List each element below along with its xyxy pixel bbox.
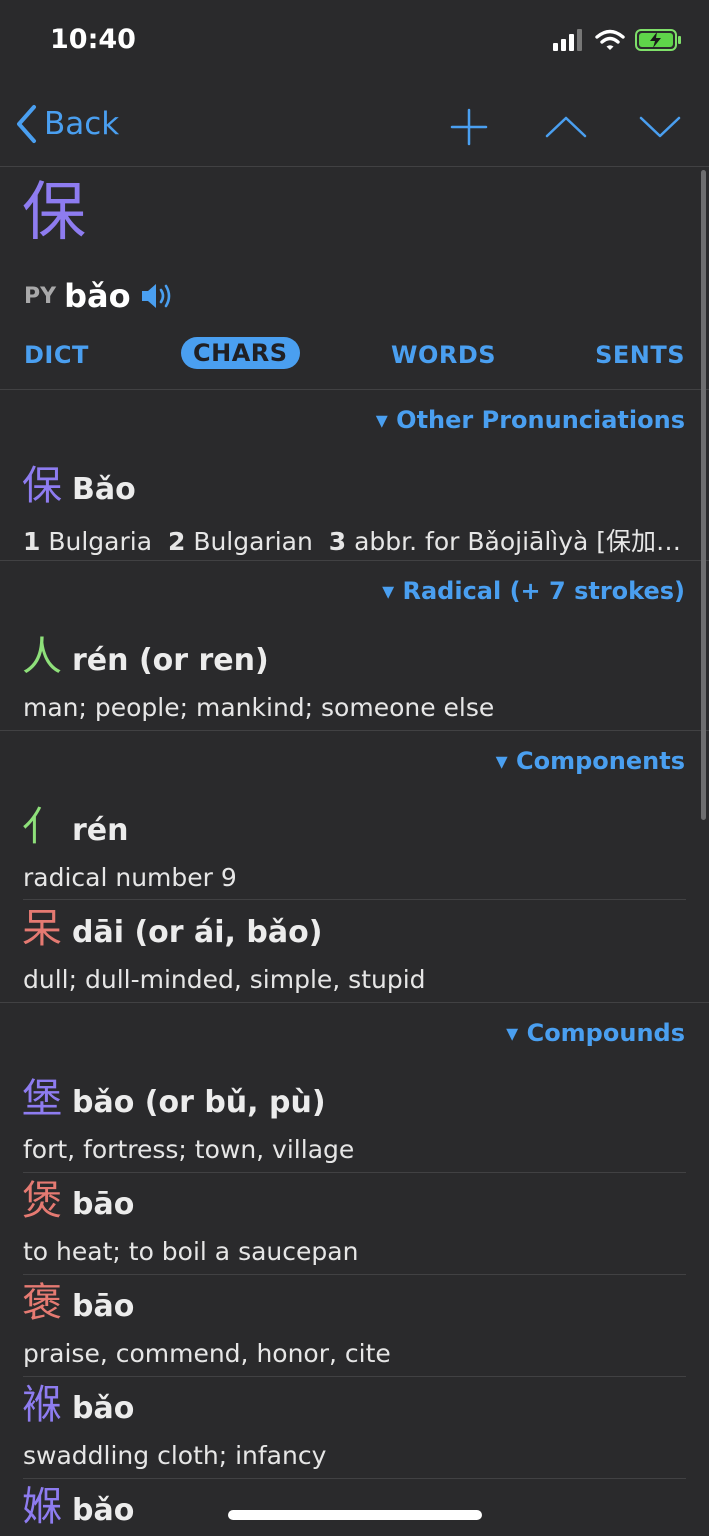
entry-character: 亻 xyxy=(22,804,62,850)
entry-pinyin: rén (or ren) xyxy=(72,643,269,678)
tab-words[interactable]: WORDS xyxy=(391,341,496,369)
add-icon[interactable] xyxy=(450,108,488,146)
chevron-left-icon xyxy=(17,105,36,143)
entry-pinyin: bǎo xyxy=(72,1391,135,1426)
headword-character: 保 xyxy=(22,176,86,250)
wifi-icon xyxy=(595,29,625,50)
entry-character: 褓 xyxy=(22,1382,62,1428)
tab-dict[interactable]: DICT xyxy=(24,341,89,369)
entry-definition: dull; dull-minded, simple, stupid xyxy=(23,965,426,994)
headword-pinyin-row: PY bǎo xyxy=(24,277,175,315)
entry-character: 呆 xyxy=(22,906,62,952)
tab-sents[interactable]: SENTS xyxy=(595,341,685,369)
navigation-bar: Back xyxy=(0,88,709,167)
status-bar: 10:40 xyxy=(0,0,709,88)
divider xyxy=(23,899,686,900)
home-indicator[interactable] xyxy=(228,1510,482,1520)
section-header-radical[interactable]: ▾ Radical (+ 7 strokes) xyxy=(382,577,685,605)
tab-bar: DICT CHARS WORDS SENTS xyxy=(0,335,709,379)
entry-character: 保 xyxy=(22,463,62,509)
headword-header: 保 PY bǎo DICT CHARS WORDS SENTS xyxy=(0,167,709,390)
back-label: Back xyxy=(44,106,120,142)
definition-number: 2 xyxy=(167,527,186,556)
chevron-down-icon[interactable] xyxy=(638,114,682,140)
section-header-other-pronunciations[interactable]: ▾ Other Pronunciations xyxy=(376,406,685,434)
entry-pinyin: bāo xyxy=(72,1187,135,1222)
entry-definition: praise, commend, honor, cite xyxy=(23,1339,391,1368)
cellular-signal-icon xyxy=(553,29,582,51)
divider xyxy=(23,1376,686,1377)
entry-character: 媬 xyxy=(22,1484,62,1530)
battery-charging-icon xyxy=(635,29,681,51)
entry-character: 人 xyxy=(22,634,62,680)
divider xyxy=(23,1478,686,1479)
entry-definition: swaddling cloth; infancy xyxy=(23,1441,327,1470)
status-icons xyxy=(553,28,683,52)
definition-text: Bulgarian xyxy=(193,527,313,556)
entry-character: 褒 xyxy=(22,1280,62,1326)
entry-definition: man; people; mankind; someone else xyxy=(23,693,495,722)
entry-pinyin: rén xyxy=(72,813,129,848)
speaker-icon[interactable] xyxy=(139,281,175,311)
tab-chars[interactable]: CHARS xyxy=(181,337,300,369)
divider xyxy=(0,730,709,731)
divider xyxy=(0,560,709,561)
divider xyxy=(23,1274,686,1275)
definition-text: Bulgaria xyxy=(48,527,153,556)
entry-pinyin: bǎo (or bǔ, pù) xyxy=(72,1085,326,1120)
entry-definition: 1 Bulgaria 2 Bulgarian 3 abbr. for Bǎoji… xyxy=(23,522,681,558)
chevron-up-icon[interactable] xyxy=(544,114,588,140)
entry-definition: to heat; to boil a saucepan xyxy=(23,1237,359,1266)
definition-number: 3 xyxy=(328,527,347,556)
pinyin-tag: PY xyxy=(24,283,57,309)
entry-pinyin: bāo xyxy=(72,1289,135,1324)
divider xyxy=(23,1172,686,1173)
entry-pinyin: Bǎo xyxy=(72,472,136,507)
section-header-compounds[interactable]: ▾ Compounds xyxy=(506,1019,685,1047)
entry-pinyin: bǎo xyxy=(72,1493,135,1528)
section-header-components[interactable]: ▾ Components xyxy=(496,747,685,775)
entry-character: 堡 xyxy=(22,1076,62,1122)
definition-number: 1 xyxy=(23,527,41,556)
back-button[interactable]: Back xyxy=(14,104,119,144)
divider xyxy=(0,1002,709,1003)
entry-character: 煲 xyxy=(22,1178,62,1224)
entry-definition: fort, fortress; town, village xyxy=(23,1135,355,1164)
scroll-indicator[interactable] xyxy=(701,170,706,820)
headword-pinyin: bǎo xyxy=(64,277,131,315)
entry-pinyin: dāi (or ái, bǎo) xyxy=(72,915,323,950)
definition-text: abbr. for Bǎojiālìyà [保加… xyxy=(354,527,682,556)
status-time: 10:40 xyxy=(50,24,136,55)
entry-definition: radical number 9 xyxy=(23,863,237,892)
